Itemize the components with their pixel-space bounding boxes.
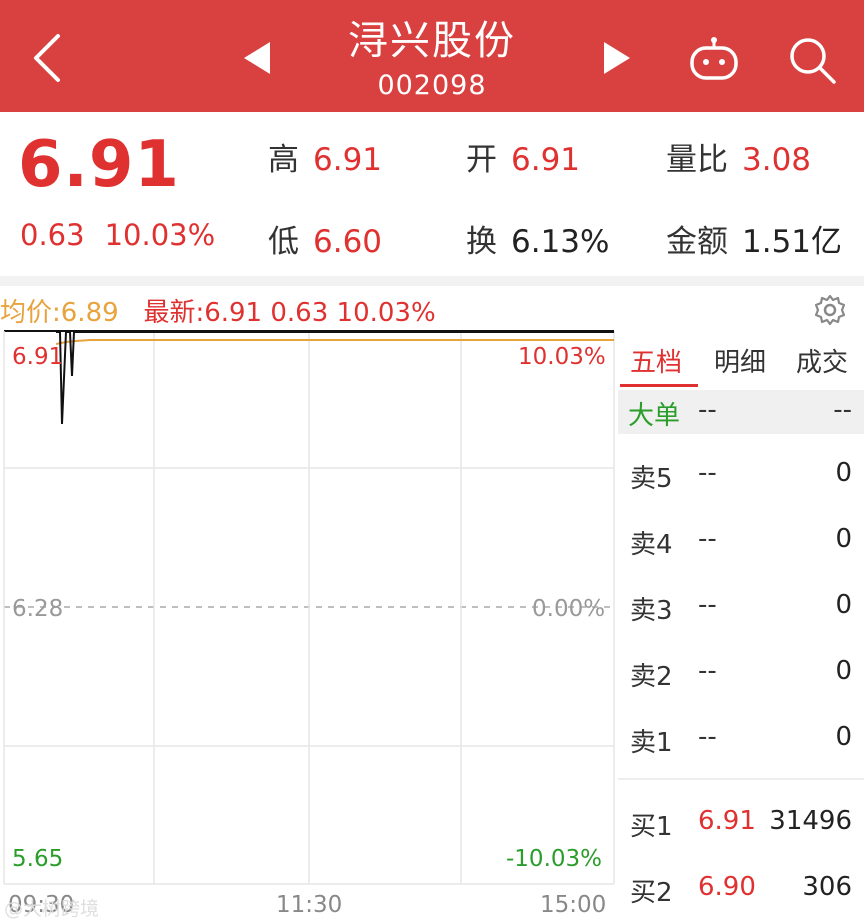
- amount-value: 1.51亿: [742, 224, 843, 260]
- big-order-row[interactable]: 大单 -- --: [618, 390, 864, 434]
- ask-volume: 0: [835, 656, 852, 686]
- volume-ratio-value: 3.08: [742, 142, 812, 178]
- back-button[interactable]: [24, 28, 72, 88]
- ask-label: 卖5: [630, 464, 673, 494]
- ask-label: 卖2: [630, 662, 673, 692]
- low-item: 低 6.60: [268, 216, 382, 261]
- y-pct-high: 10.03%: [518, 344, 606, 370]
- order-book-panel: 五档 明细 成交 大单 -- -- 卖5 -- 0 卖4 -- 0 卖3 -- …: [618, 332, 864, 922]
- prev-stock-button[interactable]: [238, 38, 278, 78]
- average-price: 均价:6.89: [0, 298, 119, 328]
- ask-row-4[interactable]: 卖4 -- 0: [618, 520, 864, 560]
- turnover-item: 换 6.13%: [466, 216, 609, 261]
- low-label: 低: [268, 224, 299, 260]
- volume-ratio-item: 量比 3.08: [666, 134, 811, 179]
- ask-row-3[interactable]: 卖3 -- 0: [618, 586, 864, 626]
- robot-icon: [690, 37, 738, 80]
- tab-details[interactable]: 明细: [714, 342, 766, 379]
- ask-volume: 0: [835, 524, 852, 554]
- active-tab-indicator: [620, 384, 698, 387]
- ask-row-1[interactable]: 卖1 -- 0: [618, 718, 864, 758]
- big-order-label: 大单: [628, 401, 681, 431]
- robot-assistant-button[interactable]: [686, 34, 742, 84]
- change-percent: 10.03%: [104, 218, 216, 252]
- stock-code: 002098: [377, 70, 487, 101]
- panel-tabs: 五档 明细 成交: [618, 332, 864, 388]
- ask-volume: 0: [835, 458, 852, 488]
- latest-price-info: 最新:6.91 0.63 10.03%: [143, 298, 436, 328]
- book-divider: [618, 778, 864, 780]
- search-button[interactable]: [786, 34, 838, 86]
- low-value: 6.60: [313, 224, 383, 260]
- bid-volume: 306: [802, 872, 852, 902]
- amount-item: 金额 1.51亿: [666, 216, 842, 261]
- y-label-high: 6.91: [12, 344, 64, 370]
- turnover-value: 6.13%: [511, 224, 610, 260]
- bid-price: 6.91: [698, 806, 756, 836]
- gear-icon: [814, 294, 846, 326]
- section-divider: [0, 276, 864, 286]
- y-pct-low: -10.03%: [506, 846, 602, 872]
- ask-price: --: [698, 590, 717, 620]
- amount-label: 金额: [666, 224, 728, 260]
- ask-row-5[interactable]: 卖5 -- 0: [618, 454, 864, 494]
- chart-settings-button[interactable]: [812, 292, 848, 328]
- tab-trades[interactable]: 成交: [796, 342, 848, 379]
- x-label-noon: 11:30: [276, 892, 343, 918]
- bid-label: 买1: [630, 812, 673, 842]
- ask-label: 卖1: [630, 728, 673, 758]
- ask-volume: 0: [835, 590, 852, 620]
- watermark: @大树跨境: [4, 898, 100, 920]
- change-amount: 0.63: [20, 218, 85, 252]
- ask-price: --: [698, 656, 717, 686]
- back-icon: [34, 34, 60, 82]
- chart-info-line: 均价:6.89 最新:6.91 0.63 10.03%: [0, 292, 436, 329]
- ask-row-2[interactable]: 卖2 -- 0: [618, 652, 864, 692]
- ask-volume: 0: [835, 722, 852, 752]
- y-label-low: 5.65: [12, 846, 64, 872]
- bid-row-1[interactable]: 买1 6.91 31496: [618, 802, 864, 842]
- ask-price: --: [698, 524, 717, 554]
- high-value: 6.91: [313, 142, 383, 178]
- next-stock-button[interactable]: [596, 38, 636, 78]
- bid-volume: 31496: [769, 806, 852, 836]
- x-label-close: 15:00: [540, 892, 607, 918]
- open-value: 6.91: [511, 142, 581, 178]
- tab-five-levels[interactable]: 五档: [630, 342, 682, 379]
- search-icon: [790, 38, 836, 84]
- ask-label: 卖4: [630, 530, 673, 560]
- quote-panel: 6.91 0.63 10.03% 高 6.91 低 6.60 开 6.91 换 6.13%…: [0, 112, 864, 276]
- turnover-label: 换: [466, 224, 497, 260]
- intraday-chart[interactable]: [0, 328, 618, 922]
- big-order-value-a: --: [698, 395, 717, 425]
- ask-price: --: [698, 458, 717, 488]
- top-bar: 浔兴股份 002098: [0, 0, 864, 112]
- high-item: 高 6.91: [268, 134, 382, 179]
- last-price: 6.91: [18, 128, 180, 202]
- high-label: 高: [268, 142, 299, 178]
- bid-price: 6.90: [698, 872, 756, 902]
- y-label-mid: 6.28: [12, 596, 64, 622]
- ask-price: --: [698, 722, 717, 752]
- open-label: 开: [466, 142, 497, 178]
- open-item: 开 6.91: [466, 134, 580, 179]
- chart-grid: [3, 330, 615, 885]
- y-pct-mid: 0.00%: [532, 596, 606, 622]
- next-icon: [604, 42, 630, 74]
- price-change: 0.63 10.03%: [20, 218, 235, 252]
- bid-label: 买2: [630, 878, 673, 908]
- bid-row-2[interactable]: 买2 6.90 306: [618, 868, 864, 908]
- volume-ratio-label: 量比: [666, 142, 728, 178]
- prev-icon: [244, 42, 270, 74]
- ask-label: 卖3: [630, 596, 673, 626]
- big-order-value-b: --: [833, 395, 852, 425]
- stock-name: 浔兴股份: [348, 18, 516, 64]
